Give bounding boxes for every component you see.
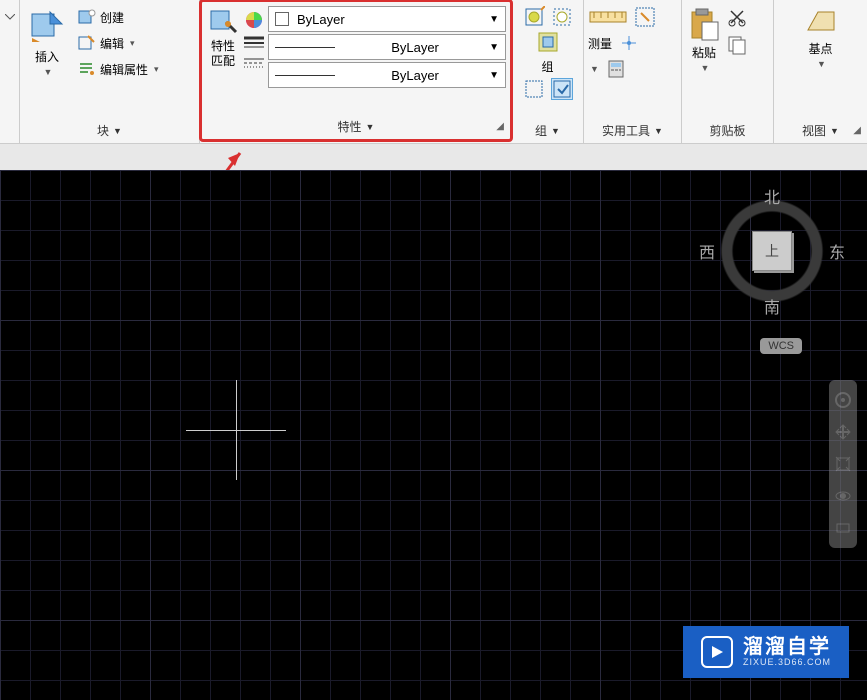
viewcube[interactable]: 北 南 西 东 上 — [707, 186, 837, 316]
insert-block-icon — [28, 8, 66, 46]
group-panel-label[interactable]: 组 ▼ — [512, 118, 583, 143]
watermark-url: ZIXUE.3D66.COM — [743, 658, 831, 668]
panel-block: 插入 ▼ 创建 编辑 ▾ 编辑属性 ▾ — [20, 0, 200, 143]
paste-button[interactable]: 粘贴 ▼ — [686, 6, 722, 75]
pan-icon[interactable] — [829, 420, 857, 444]
chevron-down-icon: ▾ — [154, 64, 159, 75]
chevron-down-icon: ▼ — [366, 122, 375, 132]
viewcube-top-face[interactable]: 上 — [752, 231, 792, 271]
orbit-icon[interactable] — [829, 484, 857, 508]
chevron-down-icon: ▼ — [113, 126, 122, 136]
base-point-button[interactable]: 基点 ▼ — [802, 6, 840, 71]
create-block-button[interactable]: 创建 — [76, 6, 161, 28]
ribbon-toolbar: 插入 ▼ 创建 编辑 ▾ 编辑属性 ▾ — [0, 0, 867, 144]
point-icon[interactable] — [618, 32, 640, 54]
dialog-launcher-icon[interactable]: ◢ — [496, 121, 504, 132]
properties-panel-label[interactable]: 特性 ▼ ◢ — [202, 114, 510, 139]
linetype-combo-text: ByLayer — [341, 68, 489, 83]
panel-utility: 测量 ▼ 实用工具 ▼ — [584, 0, 682, 143]
edit-attributes-button[interactable]: 编辑属性 ▾ — [76, 58, 161, 80]
chevron-down-icon: ▼ — [830, 126, 839, 136]
chevron-down-icon: ▼ — [551, 126, 560, 136]
create-icon — [78, 8, 96, 26]
group-icon[interactable] — [523, 6, 545, 28]
play-logo-icon — [701, 636, 733, 668]
cut-icon[interactable] — [726, 6, 748, 28]
edit-label: 编辑 — [100, 35, 124, 52]
match-props-icon — [208, 8, 238, 38]
ribbon-left-tab[interactable] — [0, 0, 20, 143]
color-combo[interactable]: ByLayer ▼ — [268, 6, 506, 32]
panel-properties: 特性 匹配 — [199, 0, 513, 142]
props-icons-column — [244, 6, 264, 70]
match-props-label2: 匹配 — [211, 55, 235, 68]
panel-group: 组 组 ▼ — [512, 0, 584, 143]
chevron-down-icon: ▼ — [489, 14, 499, 25]
color-combo-text: ByLayer — [297, 12, 345, 27]
copy-icon[interactable] — [726, 34, 748, 56]
insert-button[interactable]: 插入 ▼ — [26, 6, 68, 79]
base-label: 基点 — [808, 40, 832, 57]
chevron-down-icon: ▼ — [701, 63, 710, 73]
group-selection-icon[interactable] — [551, 78, 573, 100]
edit-icon — [78, 34, 96, 52]
match-properties-button[interactable]: 特性 匹配 — [206, 6, 240, 70]
linetype-icon[interactable] — [244, 56, 264, 70]
show-motion-icon[interactable] — [829, 516, 857, 540]
group-label: 组 — [541, 58, 553, 75]
create-label: 创建 — [100, 9, 124, 26]
chevron-down-icon: ▼ — [489, 70, 499, 81]
edit-attr-label: 编辑属性 — [100, 61, 148, 78]
panel-view: 基点 ▼ 视图 ▼ ◢ — [774, 0, 867, 143]
linetype-combo[interactable]: ByLayer ▼ — [268, 62, 506, 88]
insert-label: 插入 — [35, 48, 59, 65]
compass-south[interactable]: 南 — [764, 294, 780, 318]
base-icon — [804, 8, 838, 38]
chevron-down-icon: ▼ — [817, 59, 826, 69]
steering-wheel-icon[interactable] — [829, 388, 857, 412]
edit-attr-icon — [78, 60, 96, 78]
navigation-bar — [829, 380, 857, 548]
chevron-down-icon: ▼ — [489, 42, 499, 53]
group-edit-icon[interactable] — [523, 78, 545, 100]
clipboard-panel-label: 剪贴板 — [682, 118, 773, 143]
watermark: 溜溜自学 ZIXUE.3D66.COM — [683, 626, 849, 678]
line-sample — [275, 75, 335, 76]
wcs-badge[interactable]: WCS — [760, 338, 802, 354]
watermark-title: 溜溜自学 — [743, 636, 831, 658]
view-panel-label[interactable]: 视图 ▼ ◢ — [774, 118, 867, 143]
compass-east[interactable]: 东 — [829, 239, 845, 263]
utility-panel-label[interactable]: 实用工具 ▼ — [584, 118, 681, 143]
ungroup-icon[interactable] — [551, 6, 573, 28]
color-wheel-icon[interactable] — [244, 10, 264, 30]
color-swatch — [275, 12, 289, 26]
measure-label: 测量 — [588, 35, 612, 52]
lineweight-combo[interactable]: ByLayer ▼ — [268, 34, 506, 60]
block-panel-label[interactable]: 块 ▼ — [20, 118, 199, 143]
quick-select-icon[interactable] — [634, 6, 656, 28]
chevron-down-icon[interactable]: ▼ — [590, 64, 599, 74]
chevron-down-icon — [5, 14, 15, 20]
paste-icon — [688, 8, 720, 42]
line-sample — [275, 47, 335, 48]
chevron-down-icon: ▼ — [654, 126, 663, 136]
lineweight-combo-text: ByLayer — [341, 40, 489, 55]
zoom-extents-icon[interactable] — [829, 452, 857, 476]
lineweight-icon[interactable] — [244, 36, 264, 50]
chevron-down-icon: ▾ — [130, 38, 135, 49]
group-main-icon — [537, 31, 559, 53]
compass-west[interactable]: 西 — [699, 239, 715, 263]
edit-block-button[interactable]: 编辑 ▾ — [76, 32, 161, 54]
panel-clipboard: 粘贴 ▼ 剪贴板 — [682, 0, 774, 143]
calculator-icon[interactable] — [605, 58, 627, 80]
chevron-down-icon: ▼ — [44, 67, 53, 77]
dialog-launcher-icon[interactable]: ◢ — [853, 125, 861, 136]
paste-label: 粘贴 — [692, 44, 716, 61]
compass-north[interactable]: 北 — [764, 184, 780, 208]
measure-icon[interactable] — [588, 6, 628, 28]
match-props-label1: 特性 — [211, 40, 235, 53]
